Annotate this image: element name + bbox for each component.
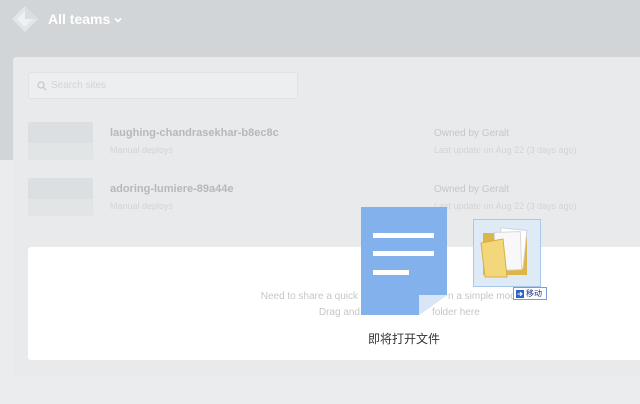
search-box[interactable] (28, 72, 298, 99)
site-row[interactable]: laughing-chandrasekhar-b8ec8c Manual dep… (28, 122, 640, 162)
site-last-update: Last update on Aug 22 (3 days ago) (434, 201, 577, 211)
site-owner: Owned by Geralt (434, 184, 510, 195)
thumbnail-shade (28, 143, 93, 160)
site-name[interactable]: laughing-chandrasekhar-b8ec8c (110, 127, 279, 140)
dropzone-text-line2-start: Drag and (318, 307, 360, 318)
search-input[interactable] (51, 73, 291, 98)
search-icon (37, 81, 47, 91)
site-last-update: Last update on Aug 22 (3 days ago) (434, 145, 577, 155)
site-thumbnail[interactable] (28, 122, 93, 160)
dropzone-text-line2-end: folder here (432, 307, 480, 318)
team-title: All teams (48, 11, 111, 27)
netlify-logo-icon[interactable] (12, 6, 38, 32)
deploy-dropzone[interactable]: Need to share a quick n a simple mod Dra… (28, 247, 640, 360)
site-row[interactable]: adoring-lumiere-89a44e Manual deploys Ow… (28, 178, 640, 218)
site-deploy-type: Manual deploys (110, 201, 174, 211)
site-owner: Owned by Geralt (434, 128, 510, 139)
site-thumbnail[interactable] (28, 178, 93, 216)
dropzone-text-line1-end: n a simple mod (448, 291, 516, 302)
team-switcher[interactable]: All teams (48, 10, 122, 28)
thumbnail-shade (28, 199, 93, 216)
dropzone-text-line1-start: Need to share a quick (260, 291, 358, 302)
site-name[interactable]: adoring-lumiere-89a44e (110, 183, 234, 196)
site-deploy-type: Manual deploys (110, 145, 174, 155)
chevron-down-icon (114, 17, 122, 23)
